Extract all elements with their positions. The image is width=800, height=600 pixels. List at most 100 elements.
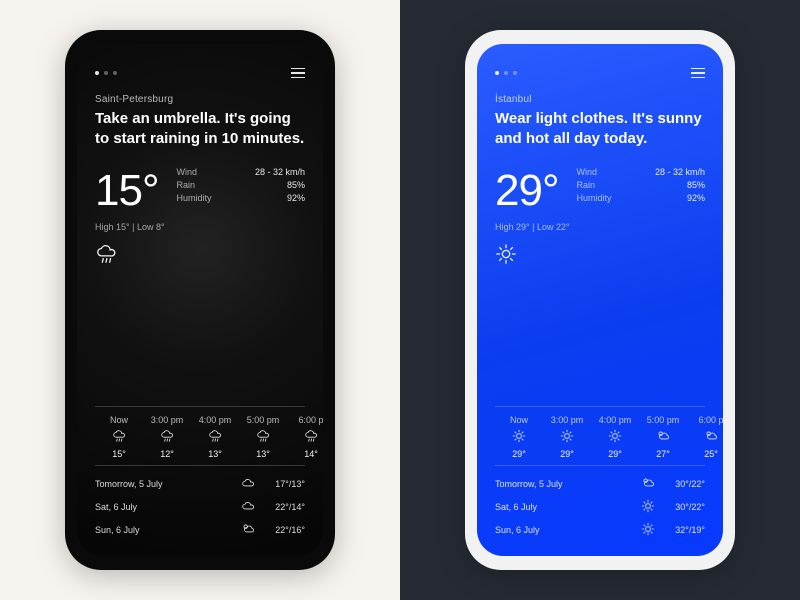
rain-value: 85% xyxy=(287,180,305,190)
top-bar xyxy=(495,66,705,80)
hour-temp: 13° xyxy=(256,449,270,459)
day-icon xyxy=(233,499,263,515)
page-dots[interactable] xyxy=(95,71,117,75)
current-temperature: 29° xyxy=(495,166,559,216)
hour-time: 6:00 p xyxy=(298,415,323,425)
city-label: İstanbul xyxy=(495,94,705,105)
day-label: Sun, 6 July xyxy=(95,525,233,535)
phone-frame-dark: Saint-Petersburg Take an umbrella. It's … xyxy=(65,30,335,570)
hour-icon xyxy=(256,429,270,445)
hour-time: 4:00 pm xyxy=(599,415,632,425)
humidity-label: Humidity xyxy=(177,193,212,203)
current-row: 15° Wind28 - 32 km/h Rain85% Humidity92% xyxy=(95,166,305,216)
hour-temp: 13° xyxy=(208,449,222,459)
hour-cell[interactable]: Now 29° xyxy=(495,415,543,459)
high-low: High 15° | Low 8° xyxy=(95,222,305,232)
wind-value: 28 - 32 km/h xyxy=(655,167,705,177)
day-temps: 32°/19° xyxy=(663,525,705,535)
hour-temp: 25° xyxy=(704,449,718,459)
day-row[interactable]: Sat, 6 July 30°/22° xyxy=(495,497,705,517)
menu-icon[interactable] xyxy=(691,68,705,79)
high-low: High 29° | Low 22° xyxy=(495,222,705,232)
condition-icon xyxy=(495,240,705,268)
day-row[interactable]: Sun, 6 July 32°/19° xyxy=(495,520,705,540)
hourly-forecast[interactable]: Now29°3:00 pm29°4:00 pm29°5:00 pm27°6:00… xyxy=(495,406,705,466)
page-dots[interactable] xyxy=(495,71,517,75)
wind-label: Wind xyxy=(177,167,198,177)
day-row[interactable]: Sat, 6 July 22°/14° xyxy=(95,497,305,517)
hour-time: 6:00 p xyxy=(698,415,723,425)
hour-time: Now xyxy=(510,415,528,425)
hour-temp: 14° xyxy=(304,449,318,459)
rain-label: Rain xyxy=(577,180,596,190)
day-row[interactable]: Tomorrow, 5 July 17°/13° xyxy=(95,474,305,494)
hour-icon xyxy=(112,429,126,445)
day-icon xyxy=(633,499,663,515)
city-label: Saint-Petersburg xyxy=(95,94,305,105)
day-icon xyxy=(233,476,263,492)
hour-cell[interactable]: 4:00 pm 13° xyxy=(191,415,239,459)
condition-icon xyxy=(95,240,305,268)
current-row: 29° Wind28 - 32 km/h Rain85% Humidity92% xyxy=(495,166,705,216)
hour-temp: 15° xyxy=(112,449,126,459)
humidity-label: Humidity xyxy=(577,193,612,203)
day-row[interactable]: Sun, 6 July 22°/16° xyxy=(95,520,305,540)
hour-temp: 29° xyxy=(560,449,574,459)
canvas-left: Saint-Petersburg Take an umbrella. It's … xyxy=(0,0,400,600)
daily-forecast[interactable]: Tomorrow, 5 July 30°/22° Sat, 6 July 30°/22… xyxy=(495,474,705,544)
day-label: Sun, 6 July xyxy=(495,525,633,535)
hour-icon xyxy=(160,429,174,445)
current-temperature: 15° xyxy=(95,166,159,216)
day-temps: 22°/16° xyxy=(263,525,305,535)
hour-icon xyxy=(512,429,526,445)
day-temps: 30°/22° xyxy=(663,502,705,512)
stats-block: Wind28 - 32 km/h Rain85% Humidity92% xyxy=(577,166,705,205)
stats-block: Wind28 - 32 km/h Rain85% Humidity92% xyxy=(177,166,305,205)
day-icon xyxy=(633,476,663,492)
hourly-forecast[interactable]: Now15°3:00 pm12°4:00 pm13°5:00 pm13°6:00… xyxy=(95,406,305,466)
day-temps: 17°/13° xyxy=(263,479,305,489)
hour-icon xyxy=(560,429,574,445)
hour-time: 5:00 pm xyxy=(647,415,680,425)
day-row[interactable]: Tomorrow, 5 July 30°/22° xyxy=(495,474,705,494)
day-label: Tomorrow, 5 July xyxy=(495,479,633,489)
day-icon xyxy=(633,522,663,538)
advice-headline: Wear light clothes. It's sunny and hot a… xyxy=(495,109,705,150)
hour-cell[interactable]: Now 15° xyxy=(95,415,143,459)
weather-screen: İstanbul Wear light clothes. It's sunny … xyxy=(477,44,723,556)
day-icon xyxy=(233,522,263,538)
hour-time: Now xyxy=(110,415,128,425)
hour-cell[interactable]: 3:00 pm12° xyxy=(143,415,191,459)
hour-icon xyxy=(656,429,670,445)
daily-forecast[interactable]: Tomorrow, 5 July 17°/13° Sat, 6 July 22°/14… xyxy=(95,474,305,544)
hour-cell[interactable]: 4:00 pm 29° xyxy=(591,415,639,459)
day-temps: 22°/14° xyxy=(263,502,305,512)
phone-frame-light: İstanbul Wear light clothes. It's sunny … xyxy=(465,30,735,570)
hour-cell[interactable]: 5:00 pm13° xyxy=(239,415,287,459)
humidity-value: 92% xyxy=(687,193,705,203)
hour-temp: 29° xyxy=(512,449,526,459)
rain-label: Rain xyxy=(177,180,196,190)
hour-icon xyxy=(304,429,318,445)
day-temps: 30°/22° xyxy=(663,479,705,489)
day-label: Tomorrow, 5 July xyxy=(95,479,233,489)
top-bar xyxy=(95,66,305,80)
hour-icon xyxy=(704,429,718,445)
hour-icon xyxy=(208,429,222,445)
hour-temp: 27° xyxy=(656,449,670,459)
menu-icon[interactable] xyxy=(291,68,305,79)
canvas-right: İstanbul Wear light clothes. It's sunny … xyxy=(400,0,800,600)
day-label: Sat, 6 July xyxy=(95,502,233,512)
hour-time: 3:00 pm xyxy=(151,415,184,425)
hour-cell[interactable]: 3:00 pm29° xyxy=(543,415,591,459)
wind-value: 28 - 32 km/h xyxy=(255,167,305,177)
hour-cell[interactable]: 5:00 pm 27° xyxy=(639,415,687,459)
day-label: Sat, 6 July xyxy=(495,502,633,512)
advice-headline: Take an umbrella. It's going to start ra… xyxy=(95,109,305,150)
hour-time: 4:00 pm xyxy=(199,415,232,425)
rain-value: 85% xyxy=(687,180,705,190)
hour-cell[interactable]: 6:00 p 14° xyxy=(287,415,323,459)
hour-cell[interactable]: 6:00 p 25° xyxy=(687,415,723,459)
weather-screen: Saint-Petersburg Take an umbrella. It's … xyxy=(77,44,323,556)
hour-temp: 29° xyxy=(608,449,622,459)
